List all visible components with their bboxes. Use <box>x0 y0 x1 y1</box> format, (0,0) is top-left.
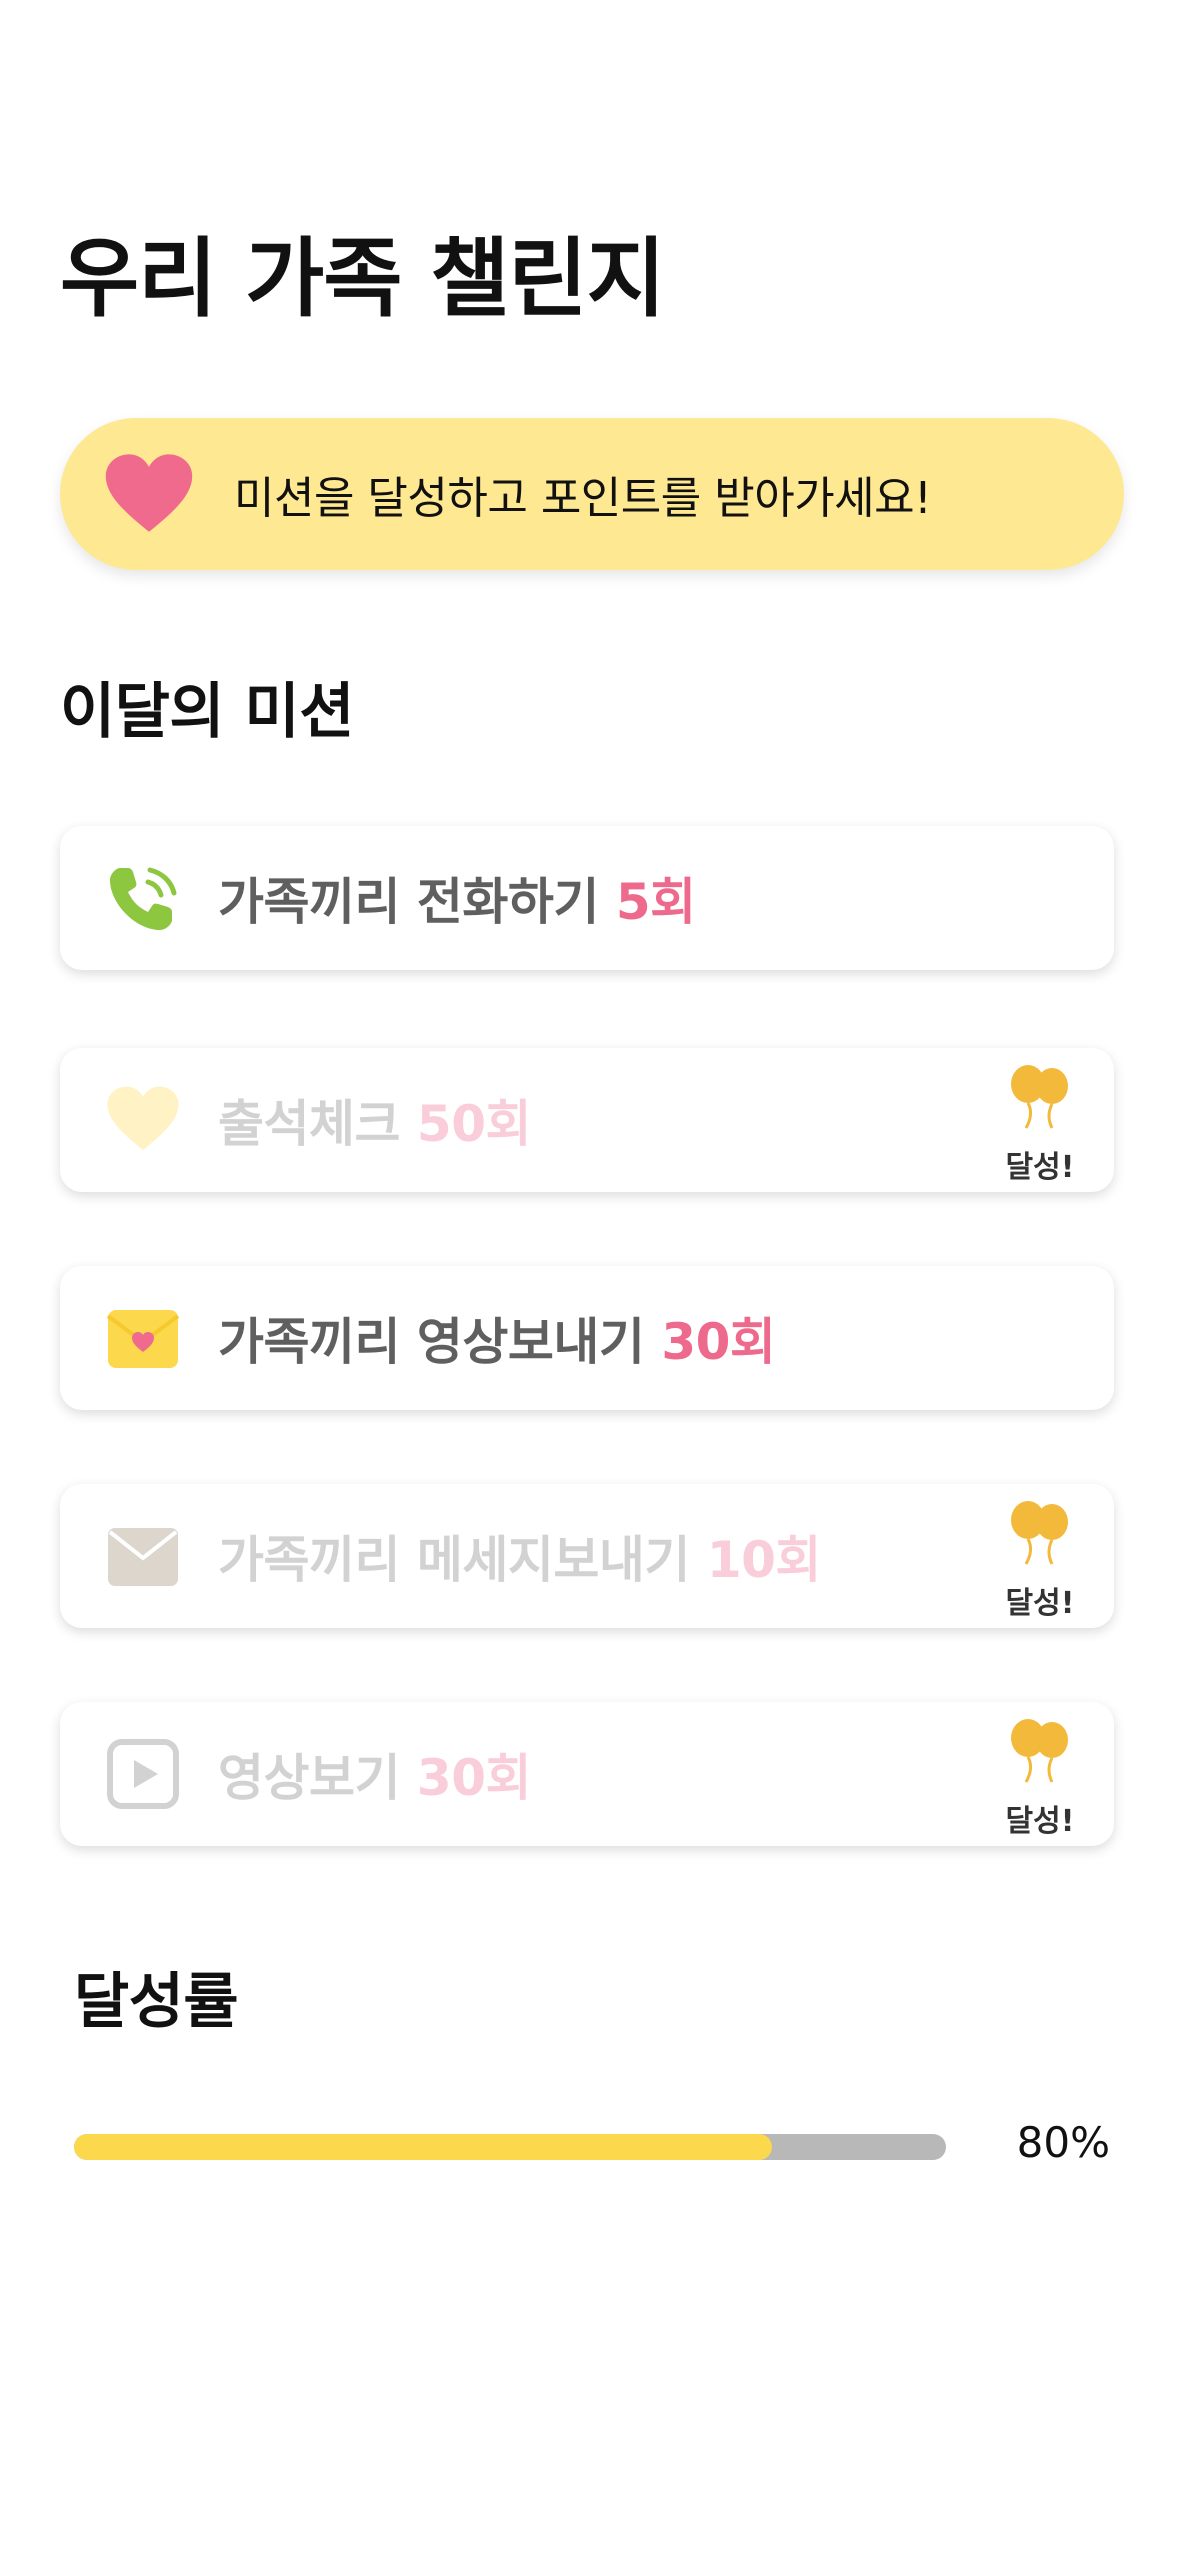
phone-icon <box>106 862 180 934</box>
balloons-icon <box>1011 1501 1068 1565</box>
page-title: 우리 가족 챌린지 <box>60 229 666 329</box>
completed-badge: 달성! <box>984 1064 1096 1185</box>
banner-text: 미션을 달성하고 포인트를 받아가세요! <box>234 473 932 524</box>
mission-label: 출석체크 <box>218 1095 401 1153</box>
mission-label: 가족끼리 메세지보내기 <box>218 1531 690 1589</box>
heart-icon <box>104 452 194 536</box>
envelope-heart-icon <box>106 1302 180 1374</box>
completed-label: 달성! <box>1005 1150 1075 1185</box>
mission-count: 30회 <box>661 1313 776 1371</box>
play-icon <box>106 1738 180 1810</box>
mission-count: 50회 <box>416 1095 532 1153</box>
completed-badge: 달성! <box>984 1718 1096 1839</box>
completed-label: 달성! <box>1005 1804 1075 1839</box>
balloons-icon <box>1011 1065 1068 1129</box>
promo-banner: 미션을 달성하고 포인트를 받아가세요! <box>60 418 1124 570</box>
mission-card[interactable]: 영상보기 30회 달성! <box>60 1702 1114 1846</box>
completed-badge: 달성! <box>984 1500 1096 1621</box>
mission-card[interactable]: 가족끼리 메세지보내기 10회 달성! <box>60 1484 1114 1628</box>
mission-count: 5회 <box>615 873 696 931</box>
mission-card[interactable]: 가족끼리 전화하기 5회 <box>60 826 1114 970</box>
mission-count: 30회 <box>416 1749 532 1807</box>
envelope-icon <box>106 1520 180 1592</box>
mission-label: 가족끼리 전화하기 <box>218 873 599 931</box>
mission-card[interactable]: 출석체크 50회 달성! <box>60 1048 1114 1192</box>
heart-icon <box>106 1084 180 1156</box>
achievement-progress-bar <box>74 2134 946 2160</box>
achievement-progress-fill <box>74 2134 772 2160</box>
mission-count: 10회 <box>706 1531 822 1589</box>
achievement-percent: 80% <box>1016 2118 1110 2167</box>
achievement-title: 달성률 <box>74 1967 239 2037</box>
mission-label: 가족끼리 영상보내기 <box>218 1313 645 1371</box>
balloons-icon <box>1011 1719 1068 1783</box>
mission-card[interactable]: 가족끼리 영상보내기 30회 <box>60 1266 1114 1410</box>
mission-label: 영상보기 <box>218 1749 401 1807</box>
section-title: 이달의 미션 <box>60 677 354 747</box>
completed-label: 달성! <box>1005 1586 1075 1621</box>
